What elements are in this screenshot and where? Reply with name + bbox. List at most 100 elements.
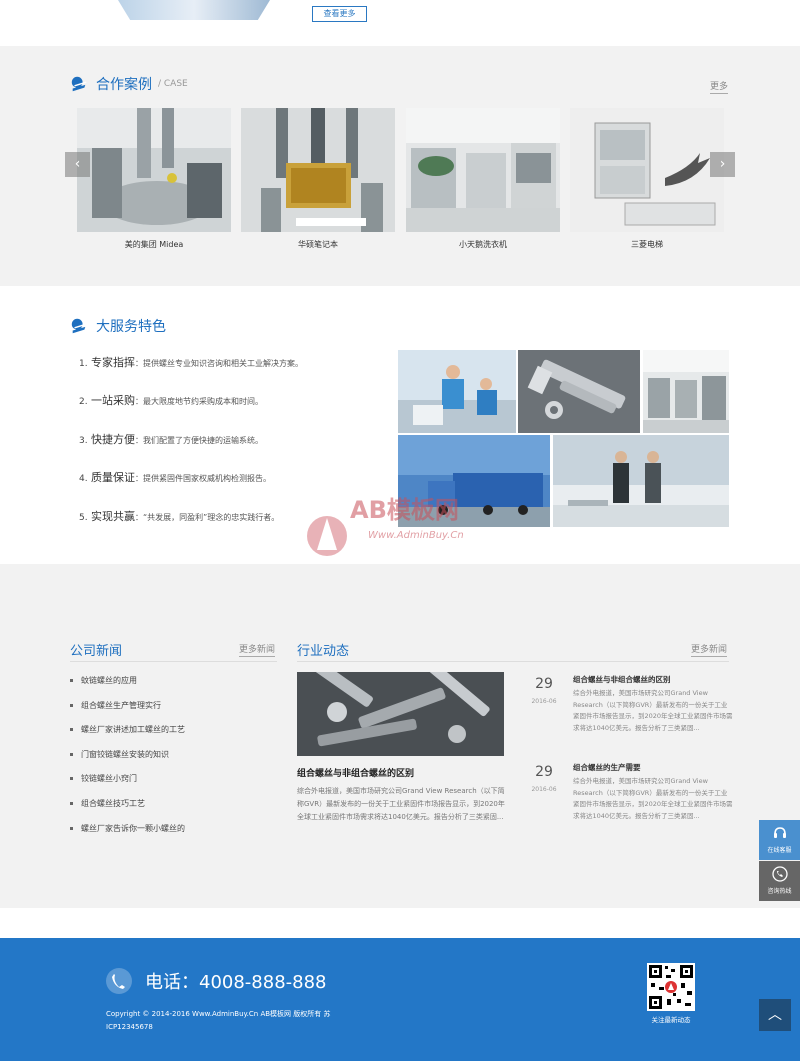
news-link[interactable]: 螺丝厂家讲述加工螺丝的工艺 [81,724,185,735]
list-item[interactable]: 门窗铰链螺丝安装的知识 [70,749,185,774]
case-caption: 美的集团 Midea [124,240,184,249]
qr-caption: 关注最新动态 [651,1016,691,1024]
handshake-photo [553,435,729,527]
news-link[interactable]: 螺丝厂家告诉你一颗小螺丝的 [81,823,185,834]
cases-title: 合作案例 [96,77,152,93]
top-image [118,0,270,20]
list-item[interactable]: 组合螺丝生产管理实行 [70,700,185,725]
watermark-url: Www.AdminBuy.Cn [368,530,464,541]
service-number: 4. [79,474,88,485]
case-item[interactable]: 三菱电梯 [570,108,724,250]
view-more-button[interactable]: 查看更多 [312,6,367,22]
service-number: 2. [79,397,88,408]
bullet-icon [70,752,73,756]
case-caption: 小天鹅洗衣机 [459,240,507,249]
news-link[interactable]: 蚊链螺丝的应用 [81,675,137,686]
list-item[interactable]: 螺丝厂家告诉你一颗小螺丝的 [70,823,185,848]
prev-arrow-button[interactable]: ‹ [65,152,90,177]
industry-item-title[interactable]: 组合螺丝与非组合螺丝的区别 [573,674,671,685]
service-number: 1. [79,359,88,369]
industry-item-text: 综合外电报道，美国市场研究公司Grand View Research（以下简称G… [573,777,733,820]
screws-photo[interactable] [297,672,504,756]
hotline-label: 咨询热线 [767,888,792,895]
service-item: 2. 一站采购 ：最大限度地节约采购成本和时间。 [79,392,303,430]
date-month: 2016-06 [531,698,557,705]
case-caption: 三菱电梯 [631,240,663,249]
case-image [77,108,231,232]
divider [70,661,277,662]
service-item: 5. 实现共赢 ：“共发展，同盈利”理念的忠实践行者。 [79,508,303,546]
case-item[interactable]: 小天鹅洗衣机 [406,108,560,250]
cases-subtitle: / CASE [158,79,188,89]
list-item[interactable]: 螺丝厂家讲述加工螺丝的工艺 [70,724,185,749]
news-link[interactable]: 门窗铰链螺丝安装的知识 [81,749,169,760]
company-news-list: 蚊链螺丝的应用 组合螺丝生产管理实行 螺丝厂家讲述加工螺丝的工艺 门窗铰链螺丝安… [70,675,185,847]
service-item: 4. 质量保证 ：提供紧固件国家权威机构检测报告。 [79,469,303,507]
service-key: 质量保证 [91,471,135,485]
cases-more-link[interactable]: 更多 [710,79,729,94]
phone-icon [106,968,132,994]
case-image [241,108,395,232]
footer: 电话：4008-888-888 Copyright © 2014-2016 Ww… [0,938,800,1061]
section-logo-icon [71,318,87,334]
bullet-icon [70,826,73,830]
bullet-icon [70,777,73,781]
service-key: 快捷方便 [91,432,135,446]
bullet-icon [70,801,73,805]
service-text: ：“共发展，同盈利”理念的忠实践行者。 [135,512,280,522]
industry-summary: 综合外电报道，美国市场研究公司Grand View Research（以下简称G… [297,787,505,821]
watermark-brand: AB模板网 [350,496,459,524]
industry-item-title[interactable]: 组合螺丝的生产需要 [573,762,641,773]
company-news-more-link[interactable]: 更多新闻 [239,642,276,657]
qr-code [647,963,695,1011]
online-service-label: 在线客服 [767,847,792,854]
case-caption: 华硕笔记本 [298,240,338,249]
service-text: ：最大限度地节约采购成本和时间。 [135,397,263,407]
news-link[interactable]: 组合螺丝技巧工艺 [81,798,145,809]
service-text: ：我们配置了方便快捷的运输系统。 [135,435,263,445]
news-link[interactable]: 组合螺丝生产管理实行 [81,700,161,711]
news-section: 公司新闻 更多新闻 蚊链螺丝的应用 组合螺丝生产管理实行 螺丝厂家讲述加工螺丝的… [0,564,800,908]
date-day: 29 [535,764,553,780]
bullet-icon [70,728,73,732]
news-link[interactable]: 铰链螺丝小窍门 [81,773,137,784]
phone-number: 电话：4008-888-888 [145,972,327,993]
industry-headline[interactable]: 组合螺丝与非组合螺丝的区别 [297,766,414,779]
list-item[interactable]: 组合螺丝技巧工艺 [70,798,185,823]
service-text: ：提供螺丝专业知识咨询和相关工业解决方案。 [135,359,303,368]
online-service-button[interactable]: 在线客服 [759,820,800,860]
service-number: 3. [79,435,88,446]
service-key: 专家指挥 [91,356,135,369]
headset-icon [773,827,786,838]
top-section: 查看更多 [0,0,800,46]
industry-more-link[interactable]: 更多新闻 [691,642,728,657]
date-month: 2016-06 [531,786,557,793]
service-list: 1. 专家指挥 ：提供螺丝专业知识咨询和相关工业解决方案。 2. 一站采购 ：最… [79,354,303,546]
divider [297,661,729,662]
service-key: 一站采购 [91,394,135,408]
bullet-icon [70,679,73,682]
list-item[interactable]: 蚊链螺丝的应用 [70,675,185,700]
company-news-title: 公司新闻 [70,644,123,659]
date-day: 29 [535,676,553,692]
case-image [570,108,724,232]
service-key: 实现共赢 [91,509,135,523]
next-arrow-button[interactable]: › [710,152,735,177]
case-item[interactable]: 华硕笔记本 [241,108,395,250]
factory-photo [643,350,729,433]
case-item[interactable]: 美的集团 Midea [77,108,231,250]
case-image [406,108,560,232]
hotline-button[interactable]: 咨询热线 [759,861,800,901]
watermark-logo-icon [307,516,347,556]
back-to-top-button[interactable]: ︿ [759,999,791,1031]
service-item: 3. 快捷方便 ：我们配置了方便快捷的运输系统。 [79,431,303,469]
phone-icon [771,866,788,882]
service-item: 1. 专家指挥 ：提供螺丝专业知识咨询和相关工业解决方案。 [79,354,303,392]
cases-section: 合作案例 / CASE 更多 美的集团 Midea 华硕笔记本 小天鹅洗衣机 三… [0,46,800,286]
list-item[interactable]: 铰链螺丝小窍门 [70,773,185,798]
bolts-photo [518,350,640,433]
bullet-icon [70,703,73,707]
industry-title: 行业动态 [297,644,350,659]
service-heading: 大服务特色 [70,316,166,336]
service-title: 大服务特色 [96,319,166,335]
